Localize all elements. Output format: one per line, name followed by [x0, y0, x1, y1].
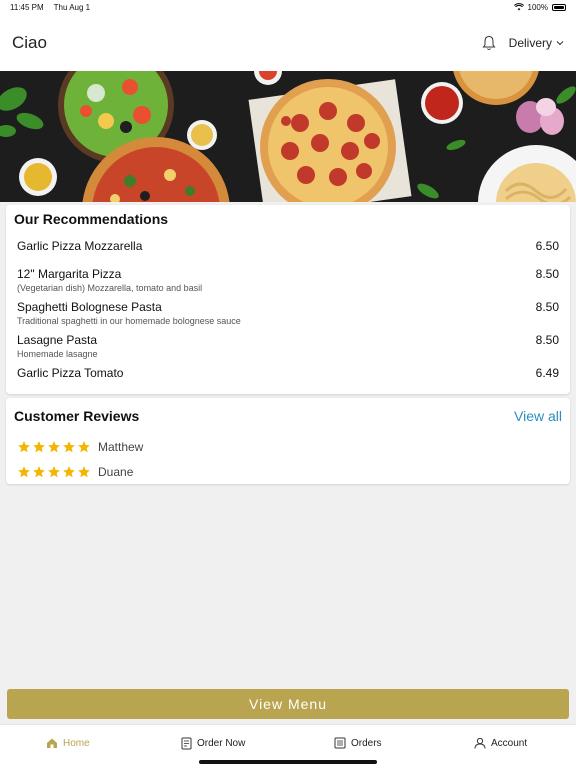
nav-order-now[interactable]: Order Now [181, 737, 245, 750]
menu-item-description: (Vegetarian dish) Mozzarella, tomato and… [17, 283, 203, 293]
star-rating [17, 465, 91, 479]
customer-reviews-card: Customer Reviews View all Matthew Duane [6, 398, 570, 484]
nav-orders-label: Orders [351, 737, 382, 749]
menu-item[interactable]: Garlic Pizza Tomato 6.49 [17, 366, 559, 380]
recommendations-card: Our Recommendations Garlic Pizza Mozzare… [6, 205, 570, 394]
nav-account-label: Account [491, 737, 528, 749]
menu-item-name: Spaghetti Bolognese Pasta [17, 300, 162, 314]
menu-item-name: Lasagne Pasta [17, 333, 98, 347]
home-indicator [199, 760, 377, 764]
star-rating [17, 440, 91, 454]
top-header: Ciao Delivery [0, 14, 576, 71]
status-bar: 11:45 PM Thu Aug 1 100% [0, 0, 576, 14]
menu-item-description: Traditional spaghetti in our homemade bo… [17, 316, 241, 326]
menu-item-name: 12" Margarita Pizza [17, 267, 122, 281]
battery-icon [552, 3, 566, 11]
nav-order-now-label: Order Now [197, 738, 246, 749]
star-icon [33, 441, 45, 453]
star-icon [18, 466, 30, 478]
nav-home-label: Home [63, 737, 90, 749]
nav-home[interactable]: Home [46, 737, 90, 749]
view-all-link[interactable]: View all [514, 408, 562, 424]
menu-item-name: Garlic Pizza Tomato [17, 366, 124, 380]
chevron-down-icon [556, 40, 564, 45]
battery-percent: 100% [527, 2, 548, 12]
star-icon [33, 466, 45, 478]
menu-item[interactable]: Lasagne Pasta Homemade lasagne 8.50 [17, 333, 559, 359]
menu-item-description: Homemade lasagne [17, 349, 98, 359]
nav-account[interactable]: Account [474, 737, 527, 749]
star-icon [63, 441, 75, 453]
menu-item[interactable]: 12" Margarita Pizza (Vegetarian dish) Mo… [17, 267, 559, 293]
account-icon [474, 737, 486, 749]
menu-item[interactable]: Garlic Pizza Mozzarella 6.50 [17, 239, 559, 253]
nav-orders[interactable]: Orders [334, 737, 382, 749]
menu-item-price: 6.49 [535, 366, 559, 380]
wifi-icon [513, 3, 524, 11]
reviews-title: Customer Reviews [14, 408, 140, 424]
menu-item-price: 8.50 [535, 333, 559, 347]
status-time: 11:45 PM [10, 2, 44, 12]
review-row[interactable]: Duane [17, 465, 133, 479]
star-icon [48, 441, 60, 453]
review-row[interactable]: Matthew [17, 440, 143, 454]
delivery-selector[interactable]: Delivery [509, 36, 564, 50]
star-icon [78, 466, 90, 478]
delivery-label: Delivery [508, 35, 552, 50]
reviewer-name: Matthew [98, 440, 144, 454]
order-icon [181, 737, 192, 750]
view-menu-button[interactable]: View Menu [7, 689, 569, 719]
menu-item-price: 8.50 [535, 267, 559, 281]
orders-icon [334, 737, 346, 749]
bell-icon[interactable] [479, 33, 499, 53]
pepperoni-pizza [248, 79, 412, 202]
status-date: Thu Aug 1 [53, 2, 91, 12]
menu-item-name: Garlic Pizza Mozzarella [17, 239, 143, 253]
star-icon [18, 441, 30, 453]
reviewer-name: Duane [98, 465, 134, 479]
star-icon [63, 466, 75, 478]
app-title: Ciao [12, 32, 47, 52]
menu-item[interactable]: Spaghetti Bolognese Pasta Traditional sp… [17, 300, 559, 326]
recommendations-title: Our Recommendations [14, 211, 169, 227]
menu-item-price: 6.50 [535, 239, 559, 253]
home-icon [47, 738, 57, 748]
star-icon [48, 466, 60, 478]
star-icon [78, 441, 90, 453]
hero-food-image [0, 71, 576, 202]
menu-item-price: 8.50 [535, 300, 559, 314]
